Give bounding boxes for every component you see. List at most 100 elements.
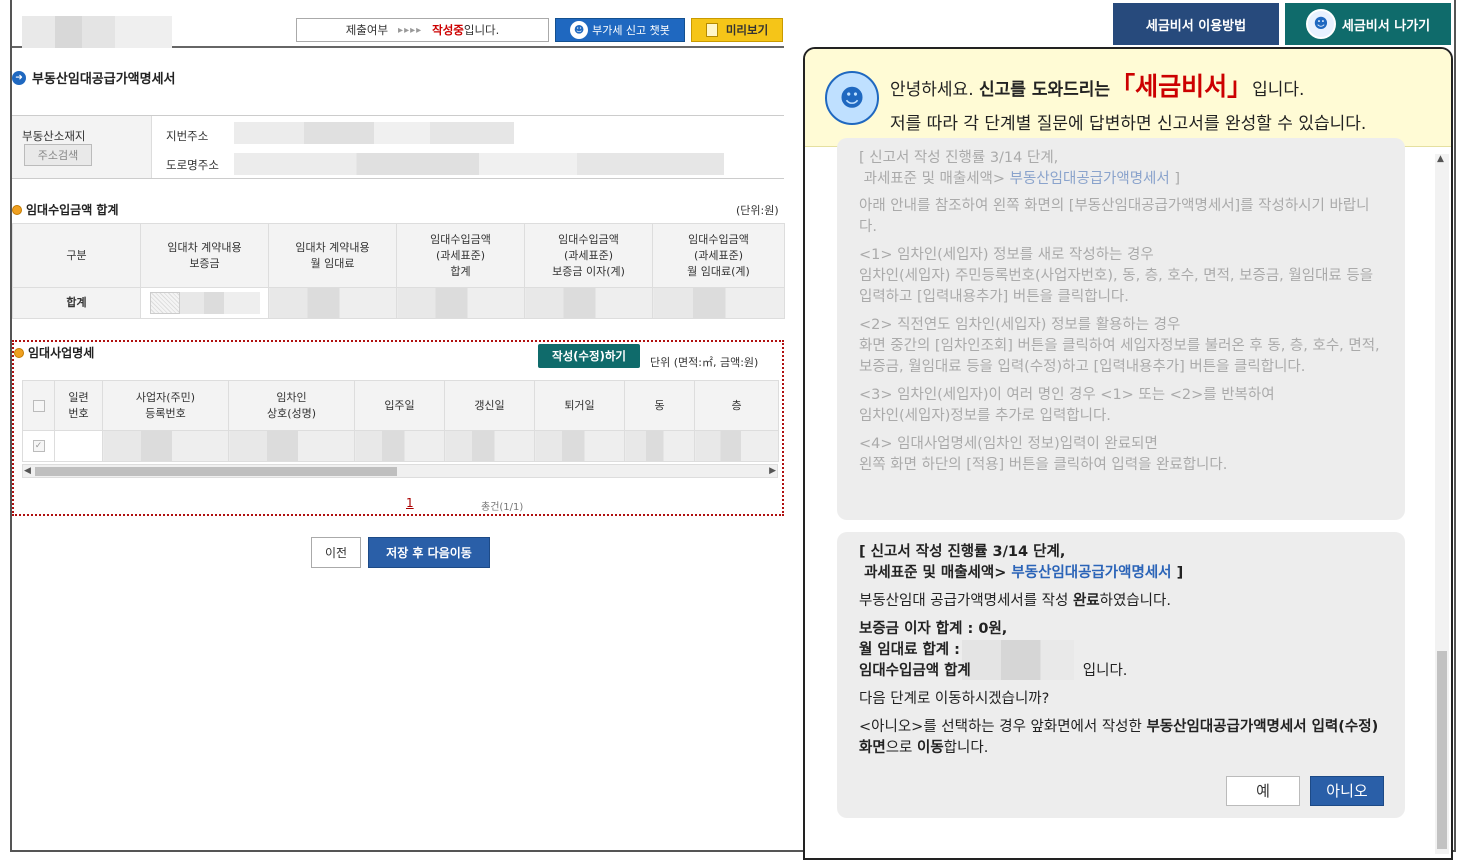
summary-header: 구분 [12, 223, 141, 288]
arrow-right-icon: ➜ [12, 70, 26, 85]
save-next-button[interactable]: 저장 후 다음이동 [368, 537, 490, 568]
row-checkbox[interactable]: ✓ [32, 440, 45, 452]
road-address-redacted [234, 153, 724, 175]
scroll-up-icon[interactable]: ▲ [1437, 154, 1444, 164]
rental-income-total: 임대수입금액 합계 입니다. [859, 661, 1383, 682]
section-title: ➜ 부동산임대공급가액명세서 [12, 68, 176, 87]
submit-status-value: 작성중 [432, 23, 464, 37]
exit-button[interactable]: ☻ 세금비서 나가기 [1285, 3, 1451, 45]
rental-income-label: 임대수입금액 합계 [859, 663, 971, 679]
select-all-checkbox[interactable] [32, 399, 45, 412]
summary-header: 임대차 계약내용 보증금 [140, 223, 269, 288]
prev-button[interactable]: 이전 [311, 537, 361, 568]
rental-income-suffix: 입니다. [1082, 663, 1128, 679]
lease-header: 사업자(주민) 등록번호 [102, 380, 229, 431]
guide-step-body: 화면 중간의 [임차인조회] 버튼을 클릭하여 세입자정보를 불러온 후 동, … [859, 338, 1380, 375]
submit-arrows: ▸▸▸▸ [398, 24, 423, 36]
summary-title: 임대수입금액 합계 [12, 201, 119, 218]
howto-button[interactable]: 세금비서 이용방법 [1113, 3, 1279, 45]
guide-intro: 아래 안내를 참조하여 왼쪽 화면의 [부동산임대공급가액명세서]를 작성하시기… [859, 198, 1370, 235]
chat-header: ☻ 안녕하세요. 신고를 도와드리는「세금비서」입니다. 저를 따라 각 단계별… [805, 49, 1451, 147]
form-top-bar: 제출여부 ▸▸▸▸ 작성중입니다. ☻ 부가세 신고 챗봇 미리보기 [12, 16, 784, 48]
summary-cell-redacted [396, 287, 525, 319]
no-note-post: 합니다. [943, 740, 989, 756]
lease-header: 퇴거일 [534, 380, 625, 431]
address-search-button[interactable]: 주소검색 [24, 144, 92, 166]
progress-line: 과세표준 및 매출세액> [863, 171, 1010, 187]
guide-step-body: 임차인(세입자)정보를 추가로 입력합니다. [859, 408, 1111, 424]
page-link[interactable]: 1 [406, 496, 414, 510]
summary-unit: (단위:원) [736, 204, 779, 217]
guide-step-title: <2> 직전연도 임차인(세입자) 정보를 활용하는 경우 [859, 317, 1181, 333]
monthly-rent-label: 월 임대료 합계 : [859, 642, 960, 658]
no-button[interactable]: 아니오 [1310, 776, 1384, 806]
mascot-icon: ☻ [1305, 9, 1336, 39]
progress-line: 과세표준 및 매출세액> [864, 565, 1012, 581]
progress-line: [ 신고서 작성 진행률 3/14 단계, [859, 150, 1059, 166]
scroll-left-icon[interactable]: ◀ [24, 465, 31, 477]
preview-button[interactable]: 미리보기 [691, 18, 783, 42]
vat-chatbot-label: 부가세 신고 챗봇 [592, 24, 670, 37]
address-label: 부동산소재지 [22, 129, 86, 143]
progress-link[interactable]: 부동산임대공급가액명세서 [1011, 565, 1171, 581]
summary-cell-deposit [140, 287, 269, 319]
row-cell-redacted [694, 430, 779, 462]
document-icon [705, 23, 718, 37]
row-cell-redacted [534, 430, 625, 462]
totals-block: 보증금 이자 합계 : 0원, 월 임대료 합계 : 임대수입금액 합계 입니다. [859, 619, 1383, 682]
guide-step-title: <3> 임차인(세입자)이 여러 명인 경우 <1> 또는 <2>를 반복하여 [859, 387, 1275, 403]
submit-status-suffix: 입니다. [463, 23, 500, 37]
section-title-text: 부동산임대공급가액명세서 [32, 72, 176, 87]
horizontal-scrollbar[interactable]: ◀ ▶ [22, 464, 778, 478]
user-info-redacted [22, 16, 172, 48]
scroll-right-icon[interactable]: ▶ [769, 465, 776, 477]
summary-cell-redacted [524, 287, 653, 319]
lease-table: 일련 번호 사업자(주민) 등록번호 임차인 상호(성명) 입주일 갱신일 퇴거… [22, 380, 779, 462]
row-cell-redacted [228, 430, 355, 462]
scroll-thumb[interactable] [1437, 651, 1447, 849]
summary-cell-redacted [268, 287, 397, 319]
greeting-line-2: 저를 따라 각 단계별 질문에 답변하면 신고서를 완성할 수 있습니다. [890, 114, 1367, 134]
chat-messages: [ 신고서 작성 진행률 3/14 단계, 과세표준 및 매출세액> 부동산임대… [805, 138, 1451, 858]
summary-table: 구분 임대차 계약내용 보증금 임대차 계약내용 월 임대료 임대수입금액 (과… [12, 223, 785, 319]
vat-chatbot-button[interactable]: ☻ 부가세 신고 챗봇 [555, 18, 685, 42]
submit-status: 제출여부 ▸▸▸▸ 작성중입니다. [296, 18, 549, 42]
lease-header: 동 [624, 380, 695, 431]
deposit-interest-total: 보증금 이자 합계 : 0원, [859, 621, 1008, 637]
progress-link[interactable]: 부동산임대공급가액명세서 [1010, 171, 1170, 187]
lease-detail-box: 임대사업명세 작성(수정)하기 단위 (면적:㎡, 금액:원) 일련 번호 사업… [12, 340, 784, 516]
table-row: ✓ [22, 430, 779, 462]
write-edit-button[interactable]: 작성(수정)하기 [538, 344, 640, 368]
summary-cell-redacted [652, 287, 785, 319]
progress-end: ] [1169, 171, 1181, 187]
row-cell [54, 430, 103, 462]
greeting-bold: 신고를 도와드리는 [979, 80, 1111, 100]
select-all-cell [22, 380, 55, 431]
row-cell-redacted [354, 430, 445, 462]
summary-header: 임대차 계약내용 월 임대료 [268, 223, 397, 288]
chat-message-current: [ 신고서 작성 진행률 3/14 단계, 과세표준 및 매출세액> 부동산임대… [837, 532, 1405, 818]
mascot-icon: ☻ [825, 71, 879, 125]
guide-step-body: 왼쪽 화면 하단의 [적용] 버튼을 클릭하여 입력을 완료합니다. [859, 457, 1228, 473]
form-area: 제출여부 ▸▸▸▸ 작성중입니다. ☻ 부가세 신고 챗봇 미리보기 ➜ 부동산… [12, 0, 785, 850]
guide-step-title: <1> 임차인(세입자) 정보를 새로 작성하는 경우 [859, 247, 1154, 263]
row-cell-redacted [102, 430, 229, 462]
exit-label: 세금비서 나가기 [1341, 18, 1431, 34]
scroll-thumb[interactable] [35, 467, 397, 476]
address-label-cell: 부동산소재지 주소검색 [12, 116, 152, 178]
yes-button[interactable]: 예 [1226, 776, 1300, 806]
property-address: 부동산소재지 주소검색 지번주소 도로명주소 [12, 115, 784, 179]
guide-step-body: 임차인(세입자) 주민등록번호(사업자번호), 동, 층, 호수, 면적, 보증… [859, 268, 1374, 305]
bullet-icon [12, 204, 22, 215]
row-cell-redacted [444, 430, 535, 462]
done-text: 부동산임대 공급가액명세서를 작성 [859, 593, 1073, 609]
summary-header: 임대수입금액 (과세표준) 월 임대료(계) [652, 223, 785, 288]
lease-header: 입주일 [354, 380, 445, 431]
lease-header: 임차인 상호(성명) [228, 380, 355, 431]
lot-address-redacted [234, 122, 514, 144]
summary-header: 임대수입금액 (과세표준) 보증금 이자(계) [524, 223, 653, 288]
mascot-icon: ☻ [570, 21, 589, 39]
vertical-scrollbar[interactable]: ▲ [1435, 154, 1449, 854]
chat-message-previous: [ 신고서 작성 진행률 3/14 단계, 과세표준 및 매출세액> 부동산임대… [837, 138, 1405, 520]
detail-title: 임대사업명세 [14, 344, 94, 361]
